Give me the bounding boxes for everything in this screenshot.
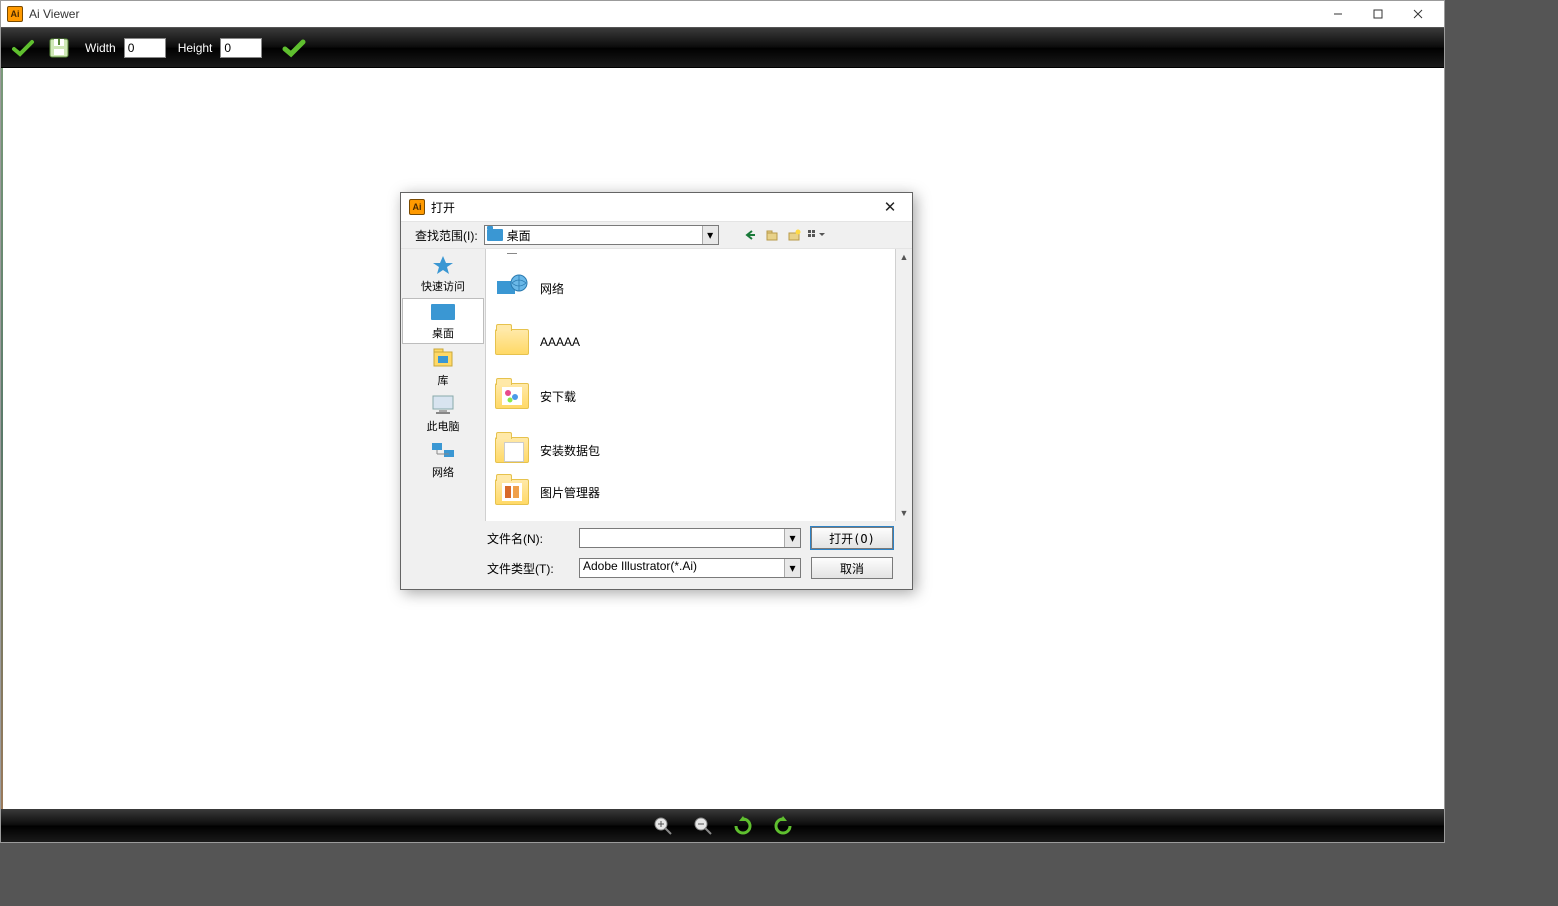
height-label: Height (178, 41, 213, 55)
filename-input[interactable]: ▾ (579, 528, 801, 548)
chevron-down-icon: ▾ (784, 559, 800, 577)
folder-open-icon (494, 432, 530, 468)
title-bar: Ai Ai Viewer (1, 1, 1444, 27)
file-open-dialog: Ai 打开 ✕ 查找范围(I): 桌面 ▾ 快速访问 桌面 (400, 192, 913, 590)
scrollbar[interactable]: ▲ ▼ (895, 249, 912, 521)
open-button[interactable]: 打开(O) (811, 527, 893, 549)
filetype-combo[interactable]: Adobe Illustrator(*.Ai) ▾ (579, 558, 801, 578)
file-row-partial (486, 253, 895, 261)
place-network[interactable]: 网络 (401, 437, 485, 483)
app-title: Ai Viewer (29, 7, 1318, 21)
file-row[interactable]: 图片管理器 (486, 477, 895, 507)
filename-label: 文件名(N): (487, 530, 569, 547)
place-desktop[interactable]: 桌面 (402, 298, 484, 344)
back-icon[interactable] (741, 226, 759, 244)
file-label: 安下载 (540, 388, 576, 405)
star-icon (429, 254, 457, 276)
look-in-value: 桌面 (507, 227, 531, 244)
look-in-row: 查找范围(I): 桌面 ▾ (401, 221, 912, 249)
app-icon: Ai (7, 6, 23, 22)
width-input[interactable] (124, 38, 166, 58)
look-in-label: 查找范围(I): (415, 227, 478, 244)
close-button[interactable] (1398, 2, 1438, 26)
dialog-body: 快速访问 桌面 库 此电脑 网络 (401, 249, 912, 521)
file-label: 安装数据包 (540, 442, 600, 459)
network-icon (429, 440, 457, 462)
filetype-label: 文件类型(T): (487, 560, 569, 577)
file-row[interactable]: 安装数据包 (486, 423, 895, 477)
network-globe-icon (494, 270, 530, 306)
apply-icon[interactable] (280, 35, 308, 61)
save-icon[interactable] (45, 35, 73, 61)
file-row[interactable]: 安下载 (486, 369, 895, 423)
places-bar: 快速访问 桌面 库 此电脑 网络 (401, 249, 485, 521)
file-label: 图片管理器 (540, 484, 600, 501)
zoom-in-icon[interactable] (652, 815, 674, 837)
dialog-app-icon: Ai (409, 199, 425, 215)
scroll-up-icon[interactable]: ▲ (900, 252, 909, 262)
chevron-down-icon: ▾ (784, 529, 800, 547)
folder-icon (494, 474, 530, 510)
dialog-close-button[interactable]: ✕ (876, 198, 904, 216)
dialog-title: 打开 (431, 199, 876, 216)
rotate-left-icon[interactable] (732, 815, 754, 837)
computer-icon (429, 394, 457, 416)
libraries-icon (429, 348, 457, 370)
folder-icon (494, 324, 530, 360)
folder-icon (494, 378, 530, 414)
folder-icon (487, 229, 503, 241)
nav-icons (741, 226, 825, 244)
dialog-title-bar: Ai 打开 ✕ (401, 193, 912, 221)
place-quick-access[interactable]: 快速访问 (401, 251, 485, 297)
width-label: Width (85, 41, 116, 55)
file-label: AAAAA (540, 335, 580, 349)
open-icon[interactable] (9, 35, 37, 61)
up-icon[interactable] (763, 226, 781, 244)
zoom-out-icon[interactable] (692, 815, 714, 837)
scroll-down-icon[interactable]: ▼ (900, 508, 909, 518)
view-mode-icon[interactable] (807, 226, 825, 244)
file-list[interactable]: 网络 AAAAA 安下载 安装数据包 图片管理器 (486, 249, 895, 521)
file-row[interactable]: 网络 (486, 261, 895, 315)
chevron-down-icon: ▾ (702, 226, 718, 244)
file-label: 网络 (540, 280, 564, 297)
height-input[interactable] (220, 38, 262, 58)
cancel-button[interactable]: 取消 (811, 557, 893, 579)
look-in-combo[interactable]: 桌面 ▾ (484, 225, 719, 245)
rotate-right-icon[interactable] (772, 815, 794, 837)
place-libraries[interactable]: 库 (401, 345, 485, 391)
place-this-pc[interactable]: 此电脑 (401, 391, 485, 437)
desktop-icon (429, 301, 457, 323)
dialog-footer: 文件名(N): ▾ 打开(O) 文件类型(T): Adobe Illustrat… (401, 521, 912, 589)
maximize-button[interactable] (1358, 2, 1398, 26)
monitor-icon (494, 253, 530, 261)
toolbar: Width Height (1, 27, 1444, 68)
file-row[interactable]: AAAAA (486, 315, 895, 369)
file-list-wrap: 网络 AAAAA 安下载 安装数据包 图片管理器 (485, 249, 912, 521)
minimize-button[interactable] (1318, 2, 1358, 26)
bottom-bar (1, 809, 1444, 842)
new-folder-icon[interactable] (785, 226, 803, 244)
